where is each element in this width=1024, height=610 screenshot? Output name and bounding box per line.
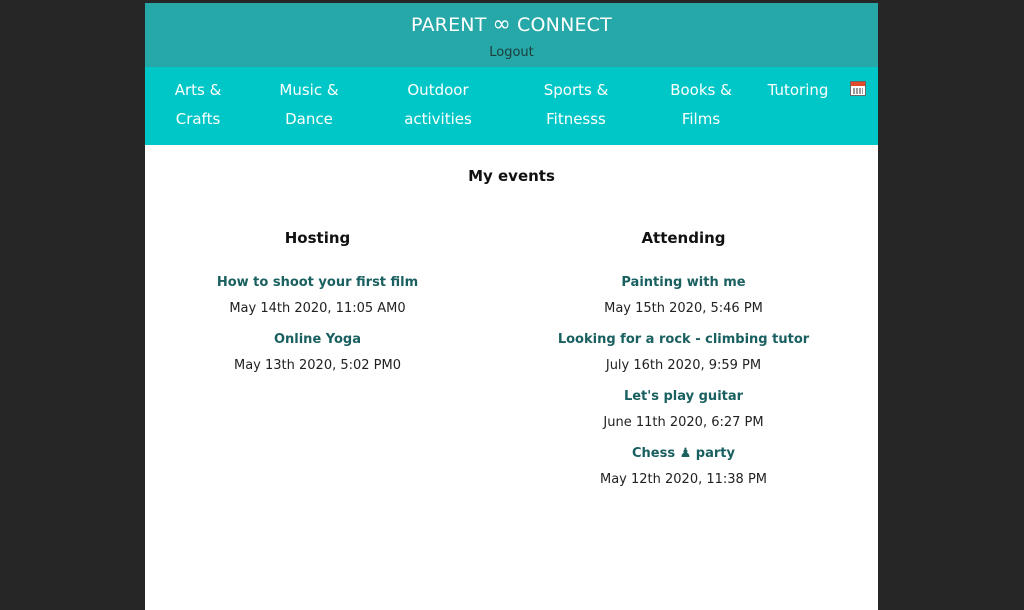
nav-item-label-line1: Books & [670, 81, 732, 99]
event-date: June 11th 2020, 6:27 PM [603, 415, 764, 430]
nav-item-label-line2: Fitnesss [546, 110, 606, 128]
event-date: July 16th 2020, 9:59 PM [605, 358, 762, 373]
event-link[interactable]: Let's play guitar [511, 389, 856, 405]
event-link[interactable]: Online Yoga [145, 332, 490, 348]
event-link[interactable]: Painting with me [511, 275, 856, 291]
top-header: PARENT ∞ CONNECT Logout [145, 3, 878, 67]
event-link[interactable]: How to shoot your first film [145, 275, 490, 291]
list-item: Online Yoga May 13th 2020, 5:02 PM0 [145, 332, 490, 374]
infinity-icon: ∞ [492, 11, 512, 37]
calendar-icon-header [851, 82, 865, 86]
event-date: May 14th 2020, 11:05 AM0 [229, 301, 406, 316]
nav-item-sports-fitness[interactable]: Sports & Fitnesss [541, 76, 611, 134]
nav-item-tutoring[interactable]: Tutoring [765, 76, 831, 105]
attending-column: Attending Painting with me May 15th 2020… [511, 229, 856, 488]
hosting-title: Hosting [284, 229, 351, 247]
list-item: Let's play guitar June 11th 2020, 6:27 P… [511, 389, 856, 431]
attending-title: Attending [641, 229, 726, 247]
hosting-column: Hosting How to shoot your first film May… [145, 229, 490, 374]
nav-item-label-line2: activities [404, 110, 472, 128]
brand-logo: PARENT ∞ CONNECT [145, 3, 878, 39]
brand-text-left: PARENT [411, 13, 487, 36]
category-nav: Arts & Crafts Music & Dance Outdoor acti… [145, 67, 878, 145]
event-date: May 12th 2020, 11:38 PM [599, 472, 768, 487]
nav-item-label-line1: Arts & [174, 81, 222, 99]
nav-item-label-line1: Tutoring [767, 81, 829, 99]
nav-item-label-line2: Dance [285, 110, 333, 128]
calendar-icon[interactable] [850, 81, 866, 96]
nav-item-label-line1: Sports & [543, 81, 609, 99]
nav-item-label-line2: Crafts [175, 110, 221, 128]
nav-item-books-films[interactable]: Books & Films [669, 76, 733, 134]
nav-item-label-line1: Music & [279, 81, 339, 99]
nav-item-outdoor-activities[interactable]: Outdoor activities [402, 76, 474, 134]
calendar-icon-grid [853, 88, 863, 94]
nav-item-music-dance[interactable]: Music & Dance [279, 76, 339, 134]
event-link[interactable]: Looking for a rock - climbing tutor [511, 332, 856, 348]
list-item: Chess ♟ party May 12th 2020, 11:38 PM [511, 446, 856, 488]
list-item: How to shoot your first film May 14th 20… [145, 275, 490, 317]
nav-item-arts-crafts[interactable]: Arts & Crafts [173, 76, 223, 134]
list-item: Looking for a rock - climbing tutor July… [511, 332, 856, 374]
brand-text-right: CONNECT [517, 13, 612, 36]
page-title: My events [468, 167, 555, 185]
nav-item-label-line2: Films [681, 110, 721, 128]
event-date: May 15th 2020, 5:46 PM [604, 301, 763, 316]
list-item: Painting with me May 15th 2020, 5:46 PM [511, 275, 856, 317]
event-link[interactable]: Chess ♟ party [511, 446, 856, 462]
app-page: PARENT ∞ CONNECT Logout Arts & Crafts Mu… [145, 3, 878, 610]
nav-item-label-line1: Outdoor [407, 81, 469, 99]
event-date: May 13th 2020, 5:02 PM0 [233, 358, 402, 373]
logout-link[interactable]: Logout [489, 45, 534, 60]
